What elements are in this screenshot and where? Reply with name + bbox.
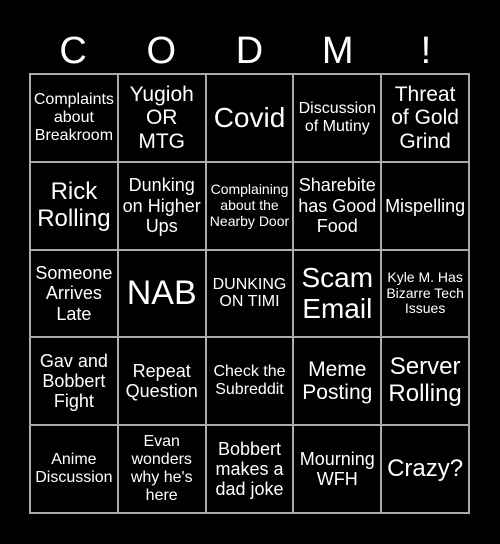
bingo-cell[interactable]: Bobbert makes a dad joke xyxy=(205,425,294,513)
bingo-cell[interactable]: Sharebite has Good Food xyxy=(293,161,382,250)
bingo-cell[interactable]: Complaints about Breakroom xyxy=(30,74,118,162)
bingo-cell[interactable]: Covid xyxy=(205,74,294,162)
bingo-cell[interactable]: Mourning WFH xyxy=(293,425,382,513)
bingo-cell[interactable]: Gav and Bobbert Fight xyxy=(30,337,118,426)
bingo-cell[interactable]: DUNKING ON TIMI xyxy=(205,249,294,338)
title-letter: C xyxy=(59,30,87,72)
title-letter: M xyxy=(321,30,354,72)
bingo-cell[interactable]: Kyle M. Has Bizarre Tech Issues xyxy=(381,249,469,338)
bingo-cell[interactable]: Server Rolling xyxy=(381,337,469,426)
bingo-grid: Complaints about Breakroom Yugioh OR MTG… xyxy=(29,73,470,514)
title-letter: ! xyxy=(420,30,432,72)
bingo-cell[interactable]: Someone Arrives Late xyxy=(30,249,118,338)
bingo-cell[interactable]: Anime Discussion xyxy=(30,425,118,513)
bingo-cell[interactable]: Repeat Question xyxy=(117,337,206,426)
bingo-cell[interactable]: Meme Posting xyxy=(293,337,382,426)
bingo-cell[interactable]: Complaining about the Nearby Door xyxy=(205,161,294,250)
bingo-cell[interactable]: Yugioh OR MTG xyxy=(117,74,206,162)
bingo-cell[interactable]: NAB xyxy=(117,249,206,338)
bingo-cell[interactable]: Scam Email xyxy=(293,249,382,338)
bingo-cell[interactable]: Check the Subreddit xyxy=(205,337,294,426)
bingo-title: C O D M ! xyxy=(29,30,470,72)
title-letter: D xyxy=(235,30,264,72)
title-letter: O xyxy=(146,30,177,72)
bingo-cell[interactable]: Rick Rolling xyxy=(30,161,118,250)
bingo-cell[interactable]: Discussion of Mutiny xyxy=(293,74,382,162)
bingo-cell[interactable]: Threat of Gold Grind xyxy=(381,74,469,162)
bingo-cell[interactable]: Dunking on Higher Ups xyxy=(117,161,206,250)
bingo-cell[interactable]: Mispelling xyxy=(381,161,469,250)
bingo-cell[interactable]: Evan wonders why he's here xyxy=(117,425,206,513)
bingo-cell[interactable]: Crazy? xyxy=(381,425,469,513)
